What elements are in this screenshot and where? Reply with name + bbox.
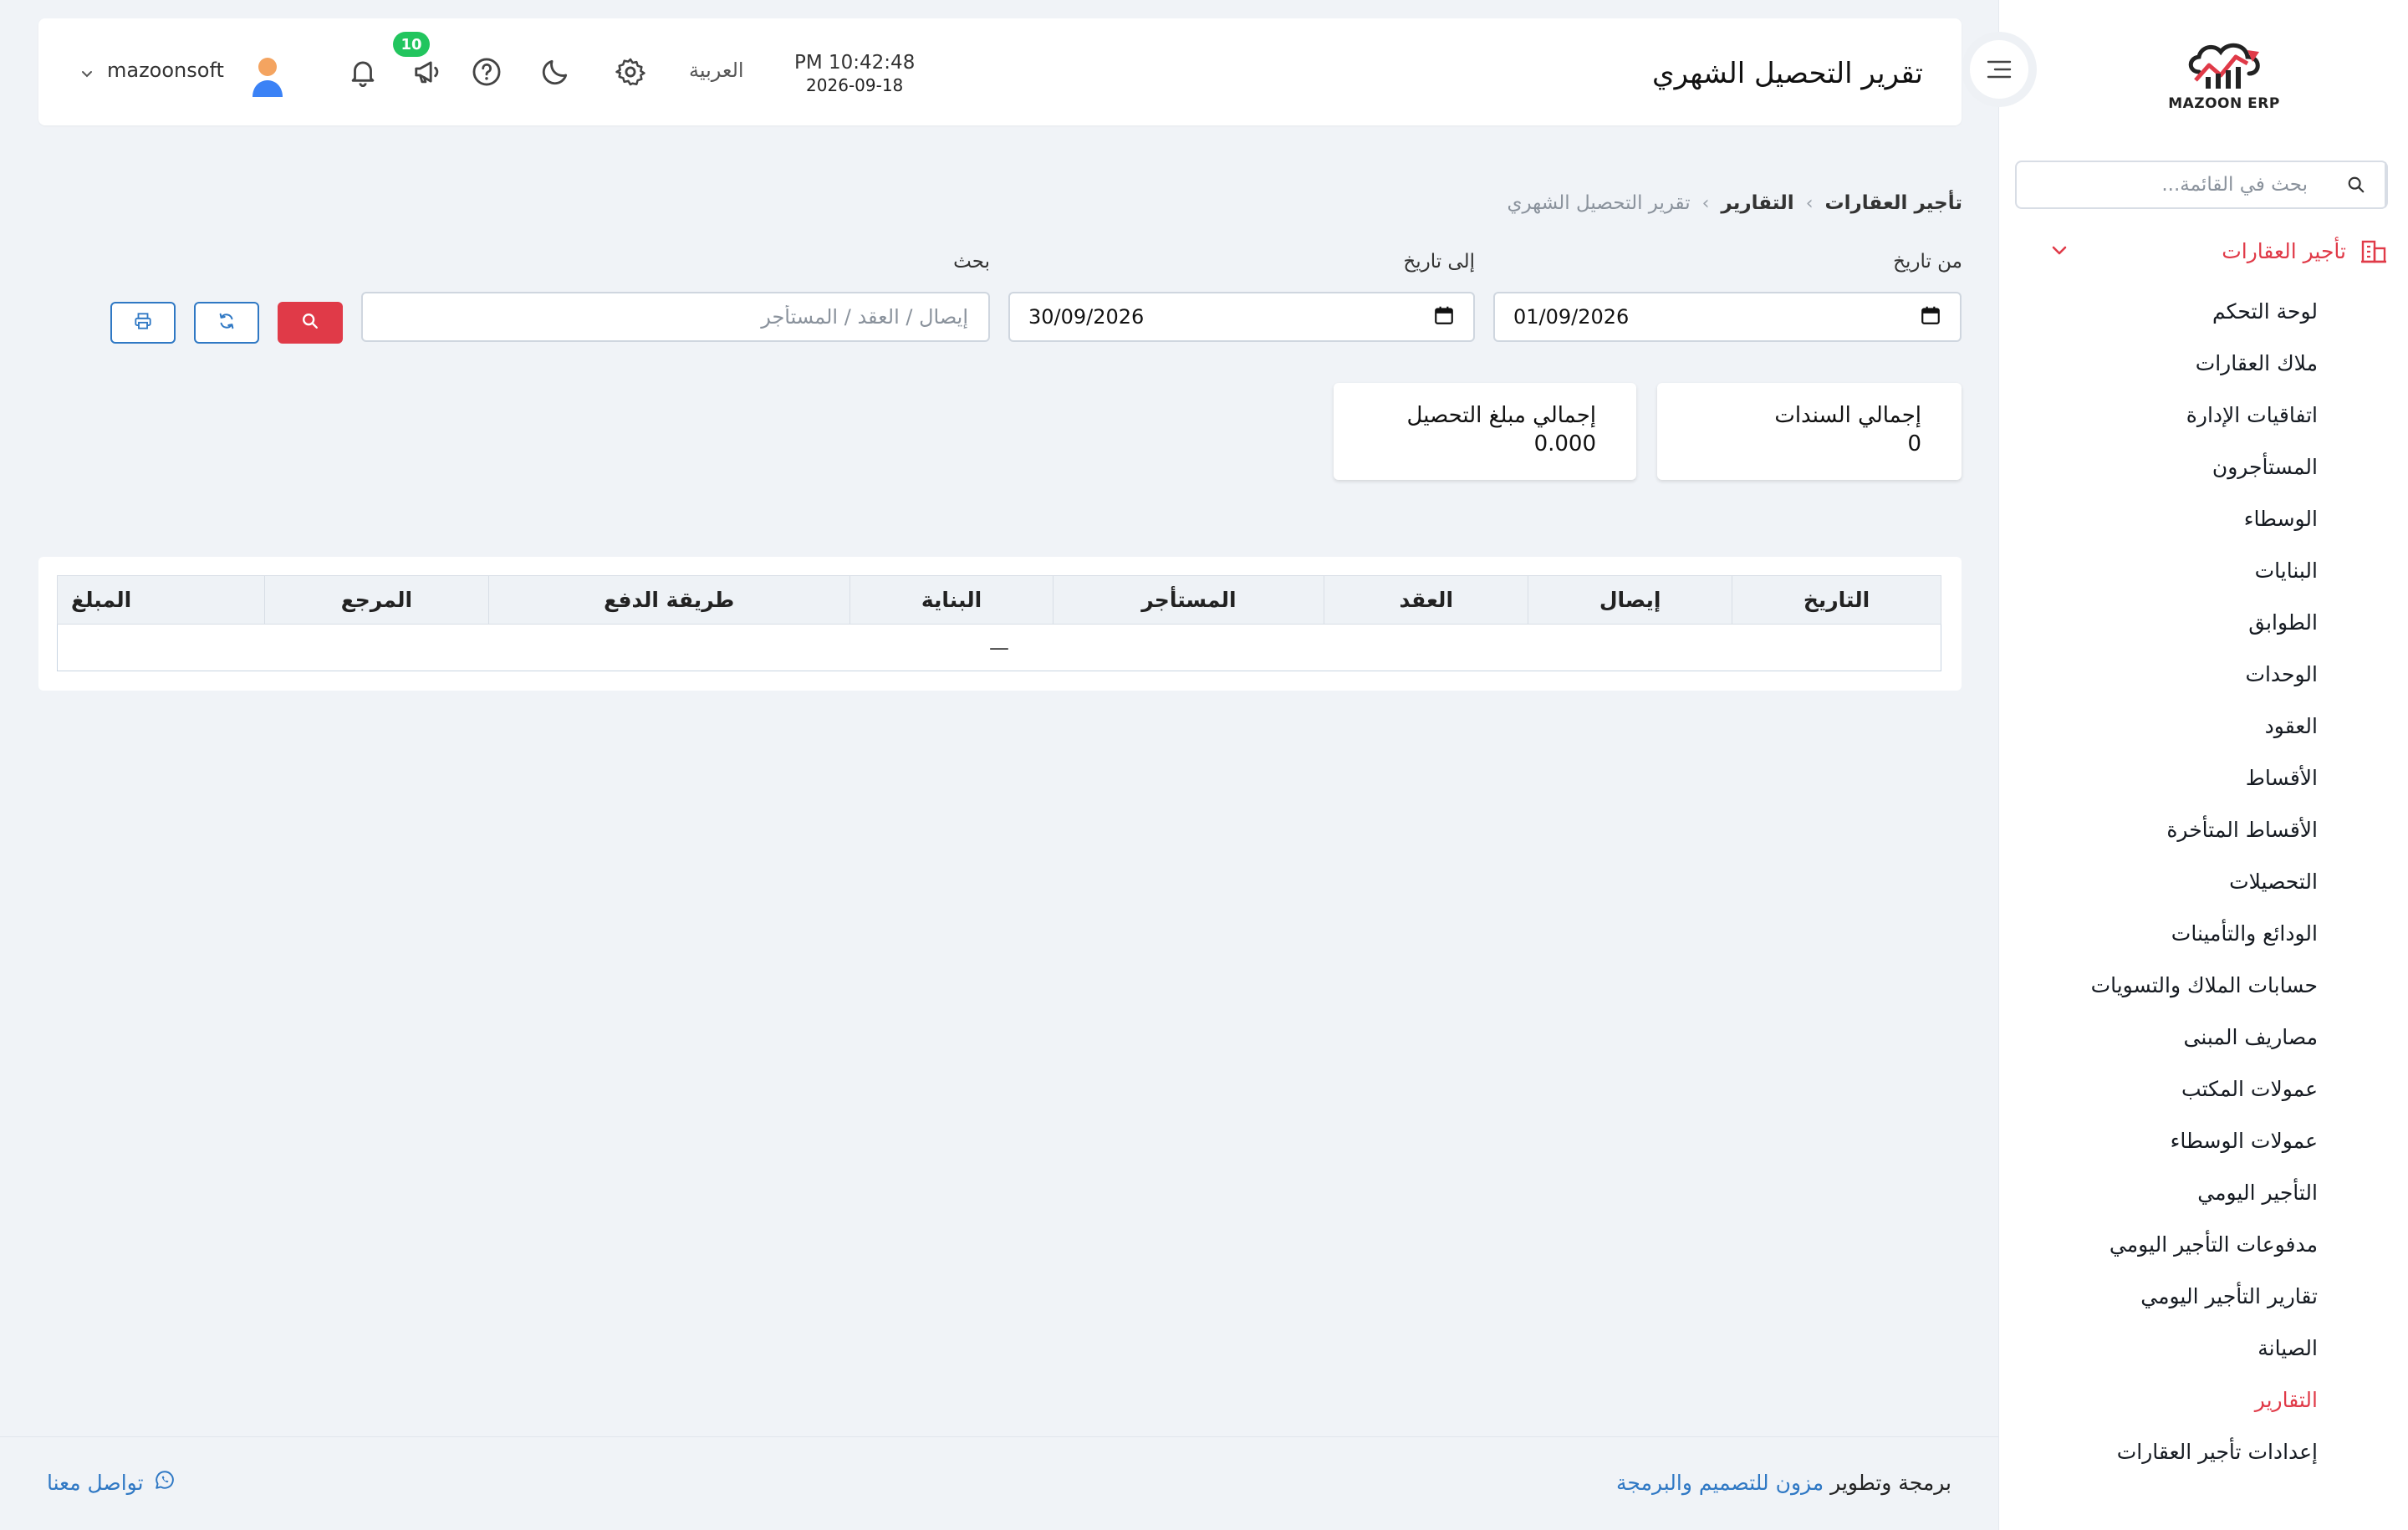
sidebar-item-overdue-installments[interactable]: الأقساط المتأخرة [2017,804,2318,856]
sidebar-item-contracts[interactable]: العقود [2017,701,2318,752]
total-amount-card: إجمالي مبلغ التحصيل 0.000 [1334,383,1636,480]
building-icon [2360,237,2388,265]
sidebar-item-brokers[interactable]: الوسطاء [2017,493,2318,545]
sidebar-item-settings[interactable]: إعدادات تأجير العقارات [2017,1426,2318,1478]
breadcrumb-item-reports[interactable]: التقارير [1721,192,1793,214]
clock-date: 2026-09-18 [806,75,904,95]
notification-badge: 10 [393,32,430,57]
to-date-input[interactable]: 30/09/2026 [1008,292,1475,342]
calendar-icon[interactable] [1920,304,1941,329]
report-search-input[interactable] [361,292,990,342]
column-payment-method[interactable]: طريقة الدفع [487,575,850,625]
whatsapp-icon [154,1469,176,1496]
column-date[interactable]: التاريخ [1732,575,1941,625]
from-date-value: 01/09/2026 [1513,305,1630,329]
column-tenant[interactable]: المستأجر [1053,575,1325,625]
refresh-icon [217,312,236,334]
clock-time: PM 10:42:48 [794,52,916,74]
sidebar-item-owners[interactable]: ملاك العقارات [2017,338,2318,390]
sidebar-toggle-button[interactable] [1962,32,2037,107]
contact-label: تواصل معنا [47,1470,144,1495]
sidebar-item-buildings[interactable]: البنايات [2017,545,2318,597]
refresh-button[interactable] [194,302,259,344]
sidebar: MAZOON ERP تأجير العقارات لوحة التحكم مل… [1998,0,2408,1530]
sidebar-item-daily-rental-payments[interactable]: مدفوعات التأجير اليومي [2017,1219,2318,1271]
collections-table: التاريخ إيصال العقد المستأجر البناية طري… [57,575,1941,671]
sidebar-item-dashboard[interactable]: لوحة التحكم [2017,286,2318,338]
sidebar-item-broker-commissions[interactable]: عمولات الوسطاء [2017,1115,2318,1167]
chevron-down-icon [2050,241,2069,263]
total-vouchers-value: 0 [1907,431,1921,456]
footer-company-link[interactable]: مزون للتصميم والبرمجة [1616,1471,1824,1495]
sidebar-item-maintenance[interactable]: الصيانة [2017,1323,2318,1374]
sidebar-item-collections[interactable]: التحصيلات [2017,856,2318,908]
sidebar-item-building-expenses[interactable]: مصاريف المبنى [2017,1012,2319,1063]
bell-icon[interactable] [344,54,381,90]
to-date-value: 30/09/2026 [1028,305,1145,329]
column-receipt[interactable]: إيصال [1528,575,1733,625]
clock: PM 10:42:48 2026-09-18 [794,52,915,95]
from-date-input[interactable]: 01/09/2026 [1493,292,1962,342]
search-label: بحث [953,251,990,273]
sidebar-item-reports[interactable]: التقارير [2017,1374,2318,1426]
sidebar-item-floors[interactable]: الطوابق [2017,597,2318,649]
sidebar-item-units[interactable]: الوحدات [2017,649,2318,701]
column-building[interactable]: البناية [849,575,1054,625]
help-icon[interactable] [468,54,505,90]
breadcrumb-item-current: تقرير التحصيل الشهري [1507,192,1691,214]
sidebar-search-input[interactable] [2017,162,2328,207]
to-date-label: إلى تاريخ [1403,251,1475,273]
footer-credit-prefix: برمجة وتطوير [1830,1471,1951,1495]
table-row-empty: — [57,624,1941,671]
logo-text: MAZOON ERP [2168,95,2280,112]
collections-table-panel: التاريخ إيصال العقد المستأجر البناية طري… [38,557,1962,691]
total-amount-label: إجمالي مبلغ التحصيل [1406,403,1596,428]
print-button[interactable] [110,302,176,344]
logo-icon [2188,43,2260,89]
sidebar-search [2015,161,2388,209]
calendar-icon[interactable] [1433,304,1455,329]
footer: برمجة وتطوير مزون للتصميم والبرمجة تواصل… [0,1436,1998,1530]
search-icon [301,312,319,334]
sidebar-item-tenants[interactable]: المستأجرون [2017,441,2318,493]
search-icon[interactable] [2328,162,2386,207]
column-amount[interactable]: المبلغ [57,575,265,625]
sidebar-item-daily-rental[interactable]: التأجير اليومي [2017,1167,2318,1219]
printer-icon [134,312,152,334]
breadcrumb-separator-icon: ‹ [1701,192,1710,214]
breadcrumb-item-property-rental[interactable]: تأجير العقارات [1825,192,1962,214]
sidebar-group-label: تأجير العقارات [2222,238,2346,263]
sidebar-group-property-rental[interactable]: تأجير العقارات [2020,227,2388,274]
megaphone-icon[interactable] [410,54,446,90]
sidebar-item-owner-accounts[interactable]: حسابات الملاك والتسويات [2017,960,2318,1012]
username[interactable]: mazoonsoft [107,59,224,82]
brand-logo[interactable]: MAZOON ERP [2166,33,2283,117]
chevron-down-icon[interactable] [80,67,94,83]
breadcrumb: تأجير العقارات ‹ التقارير ‹ تقرير التحصي… [1507,192,1962,214]
total-vouchers-card: إجمالي السندات 0 [1657,383,1962,480]
page-title: تقرير التحصيل الشهري [1652,57,1923,90]
column-contract[interactable]: العقد [1324,575,1529,625]
footer-credit: برمجة وتطوير مزون للتصميم والبرمجة [1616,1471,1951,1495]
total-vouchers-label: إجمالي السندات [1774,403,1921,428]
sidebar-menu: لوحة التحكم ملاك العقارات اتفاقيات الإدا… [2017,286,2318,1478]
contact-link[interactable]: تواصل معنا [47,1469,176,1496]
sidebar-item-deposits[interactable]: الودائع والتأمينات [2017,908,2318,960]
menu-icon [1970,40,2028,99]
empty-state: — [57,624,1941,671]
total-amount-value: 0.000 [1533,431,1596,456]
column-reference[interactable]: المرجع [263,575,489,625]
sidebar-item-office-commissions[interactable]: عمولات المكتب [2017,1063,2318,1115]
dark-mode-icon[interactable] [537,54,574,90]
language-switch[interactable]: العربية [689,59,744,82]
search-button[interactable] [278,302,343,344]
sidebar-item-management-agreements[interactable]: اتفاقيات الإدارة [2017,390,2318,441]
breadcrumb-separator-icon: ‹ [1805,192,1814,214]
from-date-label: من تاريخ [1893,251,1962,273]
table-header-row: التاريخ إيصال العقد المستأجر البناية طري… [57,575,1941,625]
avatar[interactable] [244,52,291,99]
sidebar-item-daily-rental-reports[interactable]: تقارير التأجير اليومي [2017,1271,2318,1323]
gear-icon[interactable] [612,54,649,90]
sidebar-item-installments[interactable]: الأقساط [2017,752,2318,804]
